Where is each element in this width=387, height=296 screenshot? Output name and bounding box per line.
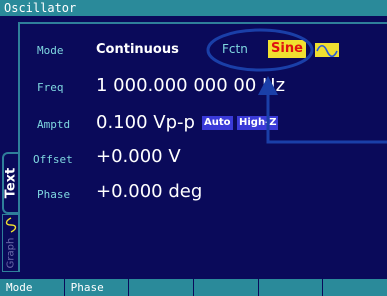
offset-label: Offset	[33, 153, 73, 166]
function-label: Fctn	[222, 42, 248, 56]
freq-label: Freq	[37, 81, 64, 94]
tab-graph-label: Graph	[5, 237, 16, 269]
phase-value[interactable]: +0.000 deg	[96, 181, 202, 202]
tab-text-label: Text	[3, 167, 19, 199]
mode-label: Mode	[37, 44, 64, 57]
softkey-bar: Mode Phase	[0, 279, 387, 296]
oscillator-screen: Oscillator Mode Continuous Fctn Sine Fre…	[0, 0, 387, 296]
phase-label: Phase	[37, 188, 71, 201]
softkey-2[interactable]: Phase	[65, 279, 130, 296]
parameter-panel	[18, 22, 387, 272]
freq-value[interactable]: 1 000.000 000 00 Hz	[96, 75, 285, 96]
mode-value[interactable]: Continuous	[96, 42, 179, 57]
function-value[interactable]: Sine	[268, 40, 306, 58]
offset-value[interactable]: +0.000 V	[96, 146, 181, 167]
amptd-label: Amptd	[37, 118, 71, 131]
window-title: Oscillator	[0, 0, 387, 16]
softkey-1[interactable]: Mode	[0, 279, 65, 296]
softkey-3[interactable]	[129, 279, 195, 296]
auto-chip[interactable]: Auto	[202, 116, 233, 130]
softkey-4[interactable]	[194, 279, 259, 296]
graph-wave-icon	[5, 217, 17, 233]
high-z-chip[interactable]: High-Z	[237, 116, 279, 130]
tab-graph[interactable]: Graph	[2, 214, 18, 272]
softkey-5[interactable]	[259, 279, 324, 296]
amptd-value[interactable]: 0.100 Vp-p	[96, 112, 195, 133]
sine-wave-icon[interactable]	[315, 43, 339, 58]
tab-text[interactable]: Text	[2, 152, 19, 214]
softkey-6[interactable]	[323, 279, 387, 296]
